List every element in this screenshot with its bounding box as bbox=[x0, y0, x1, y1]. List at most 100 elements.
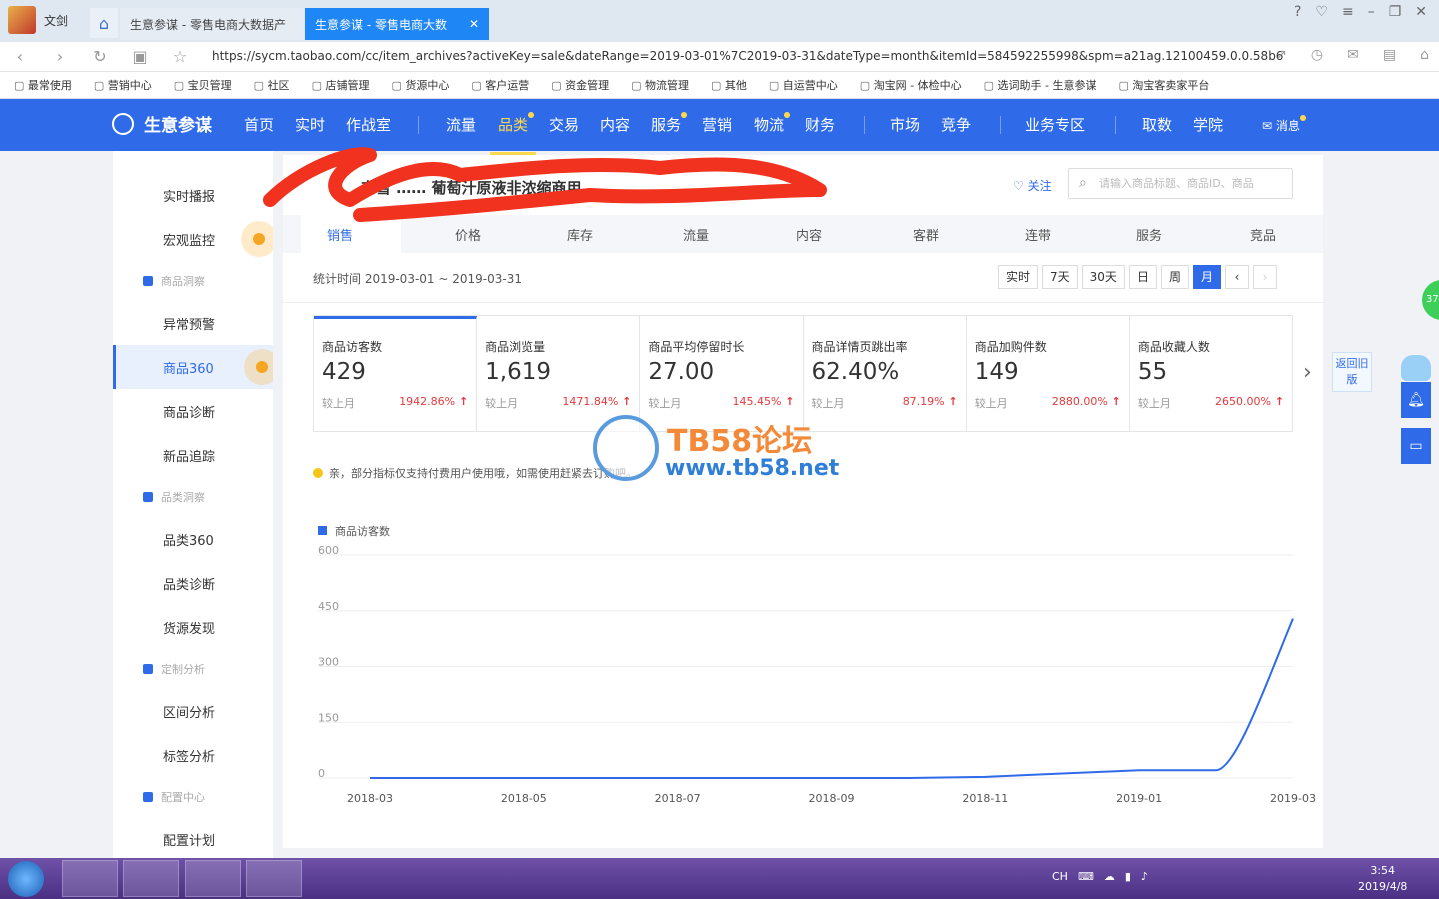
help-icon[interactable]: ? bbox=[1294, 4, 1301, 20]
bell-icon[interactable]: 🔔︎ bbox=[1401, 382, 1431, 418]
start-button[interactable] bbox=[8, 861, 44, 897]
share-icon[interactable]: ↗ bbox=[1275, 47, 1287, 63]
search-input[interactable]: 请输入商品标题、商品ID、商品 bbox=[1068, 168, 1293, 199]
nav-market[interactable]: 市场 bbox=[890, 114, 920, 135]
network-icon[interactable]: ▮ bbox=[1125, 870, 1131, 883]
metric-card[interactable]: 商品收藏人数 55 较上月 2650.00% bbox=[1130, 316, 1292, 431]
old-version-button[interactable]: 返回旧版 bbox=[1332, 352, 1372, 392]
sidebar-item-category360[interactable]: 品类360 bbox=[113, 517, 273, 561]
sidebar-item-plan[interactable]: 配置计划 bbox=[113, 817, 273, 858]
bookmark[interactable]: 其他 bbox=[711, 77, 747, 93]
clock[interactable]: 3:54 2019/4/8 bbox=[1358, 863, 1407, 895]
volume-icon[interactable]: ♪ bbox=[1141, 870, 1148, 883]
browser-tab-active[interactable]: 生意参谋 - 零售电商大数 ✕ bbox=[305, 8, 489, 40]
home-icon[interactable]: ⌂ bbox=[90, 8, 118, 38]
back-icon[interactable]: ‹ bbox=[0, 47, 40, 66]
tab-bundle[interactable]: 连带 bbox=[1025, 225, 1051, 244]
bookmark[interactable]: 资金管理 bbox=[551, 77, 609, 93]
grid-icon bbox=[143, 492, 153, 502]
sidebar-item-tags[interactable]: 标签分析 bbox=[113, 733, 273, 777]
nav-business[interactable]: 业务专区 bbox=[1025, 114, 1085, 135]
bookmark[interactable]: 最常使用 bbox=[14, 77, 72, 93]
period-week[interactable]: 周 bbox=[1160, 265, 1189, 289]
close-icon[interactable]: ✕ bbox=[469, 17, 479, 31]
period-month[interactable]: 月 bbox=[1192, 265, 1221, 289]
taskbar-app-explorer[interactable] bbox=[185, 860, 241, 897]
tab-service[interactable]: 服务 bbox=[1136, 225, 1162, 244]
taskbar-app-photos[interactable] bbox=[246, 860, 302, 897]
bookmark[interactable]: 自运营中心 bbox=[769, 77, 838, 93]
url-input[interactable]: https://sycm.taobao.com/cc/item_archives… bbox=[212, 49, 1283, 63]
bookmark[interactable]: 店铺管理 bbox=[312, 77, 369, 93]
bookmark[interactable]: 宝贝管理 bbox=[174, 77, 232, 93]
menu-icon[interactable]: ≡ bbox=[1342, 4, 1354, 20]
side-badge[interactable]: 37 bbox=[1422, 280, 1439, 320]
period-day[interactable]: 日 bbox=[1128, 265, 1157, 289]
sidebar-item-range[interactable]: 区间分析 bbox=[113, 689, 273, 733]
clock-icon[interactable]: ◷ bbox=[1311, 47, 1323, 63]
mail-icon[interactable]: ✉ bbox=[1347, 47, 1359, 63]
nav-data[interactable]: 取数 bbox=[1142, 114, 1172, 135]
bag-icon[interactable]: ⌂ bbox=[1420, 47, 1429, 63]
period-30d[interactable]: 30天 bbox=[1081, 265, 1125, 289]
close-window-icon[interactable]: ✕ bbox=[1415, 4, 1427, 20]
nav-academy[interactable]: 学院 bbox=[1193, 114, 1223, 135]
bookmark[interactable]: 淘宝网 - 体检中心 bbox=[860, 77, 962, 93]
metric-label: 商品访客数 bbox=[322, 340, 383, 354]
visitor-line-chart: 商品访客数 0 150 300 450 600 2018-03 2018-05 2018-07 2… bbox=[318, 524, 1316, 805]
sidebar-item-diagnosis[interactable]: 商品诊断 bbox=[113, 389, 273, 433]
browser-user[interactable]: 文剑 bbox=[8, 6, 68, 34]
metric-card[interactable]: 商品平均停留时长 27.00 较上月 145.45% bbox=[640, 316, 804, 431]
keyboard-icon[interactable]: ⌨ bbox=[1078, 870, 1094, 883]
legend-swatch bbox=[318, 526, 327, 535]
tab-competitor[interactable]: 竞品 bbox=[1250, 225, 1276, 244]
bookmark[interactable]: 营销中心 bbox=[94, 77, 152, 93]
bookmark[interactable]: 物流管理 bbox=[631, 77, 689, 93]
nav-separator bbox=[1000, 116, 1001, 134]
browser-tab[interactable]: 生意参谋 - 零售电商大数据产 bbox=[120, 8, 304, 40]
bookmark[interactable]: 选词助手 - 生意参谋 bbox=[984, 77, 1097, 93]
tab-audience[interactable]: 客群 bbox=[913, 225, 939, 244]
feedback-icon[interactable]: ▭ bbox=[1401, 428, 1431, 464]
avatar bbox=[8, 6, 36, 34]
star-icon[interactable]: ☆ bbox=[160, 47, 200, 66]
refresh-icon[interactable]: ↻ bbox=[80, 47, 120, 66]
sidebar-item-realtime[interactable]: 实时播报 bbox=[113, 173, 273, 217]
bookmark[interactable]: 淘宝客卖家平台 bbox=[1119, 77, 1209, 93]
reader-icon[interactable]: ▤ bbox=[1383, 47, 1396, 63]
bookmark[interactable]: 社区 bbox=[254, 77, 290, 93]
period-7d[interactable]: 7天 bbox=[1042, 265, 1078, 289]
next-icon[interactable]: › bbox=[1252, 265, 1277, 289]
period-realtime[interactable]: 实时 bbox=[998, 265, 1039, 289]
app-logo[interactable]: 生意参谋 bbox=[112, 111, 212, 136]
y-tick-label: 450 bbox=[318, 600, 339, 613]
prev-icon[interactable]: ‹ bbox=[1224, 265, 1249, 289]
sidebar-item-alert[interactable]: 异常预警 bbox=[113, 301, 273, 345]
nav-competition[interactable]: 竞争 bbox=[941, 114, 971, 135]
minimize-icon[interactable]: – bbox=[1368, 4, 1375, 20]
ime-indicator[interactable]: CH bbox=[1052, 870, 1068, 883]
sidebar-item-newproduct[interactable]: 新品追踪 bbox=[113, 433, 273, 477]
taskbar-app-wechat[interactable] bbox=[123, 860, 179, 897]
metric-card[interactable]: 商品访客数 429 较上月 1942.86% bbox=[314, 316, 478, 431]
bookmark[interactable]: 客户运营 bbox=[471, 77, 529, 93]
follow-button[interactable]: ♡ 关注 bbox=[1013, 177, 1052, 194]
sidebar-item-macro[interactable]: 宏观监控 bbox=[113, 217, 273, 261]
cloud-icon[interactable]: ☁ bbox=[1104, 870, 1115, 883]
metric-card[interactable]: 商品加购件数 149 较上月 2880.00% bbox=[967, 316, 1130, 431]
metric-card[interactable]: 商品浏览量 1,619 较上月 1471.84% bbox=[477, 316, 641, 431]
skin-icon[interactable]: ♡ bbox=[1315, 4, 1328, 20]
sidebar-item-category-diagnosis[interactable]: 品类诊断 bbox=[113, 561, 273, 605]
bookmark[interactable]: 货源中心 bbox=[391, 77, 449, 93]
metric-compare-row: 较上月 2650.00% bbox=[1138, 395, 1284, 411]
snapshot-icon[interactable]: ▣ bbox=[120, 47, 160, 66]
sidebar-item-sourcing[interactable]: 货源发现 bbox=[113, 605, 273, 649]
taskbar-app-browser[interactable] bbox=[62, 860, 118, 897]
forward-icon[interactable]: › bbox=[40, 47, 80, 66]
metric-card[interactable]: 商品详情页跳出率 62.40% 较上月 87.19% bbox=[804, 316, 967, 431]
chevron-right-icon[interactable]: › bbox=[1303, 360, 1312, 385]
nav-messages[interactable]: ✉ 消息 bbox=[1262, 115, 1306, 134]
sidebar-item-product360[interactable]: 商品360 bbox=[113, 345, 273, 389]
restore-icon[interactable]: ❐ bbox=[1389, 4, 1402, 20]
mascot-icon[interactable] bbox=[1401, 355, 1431, 381]
